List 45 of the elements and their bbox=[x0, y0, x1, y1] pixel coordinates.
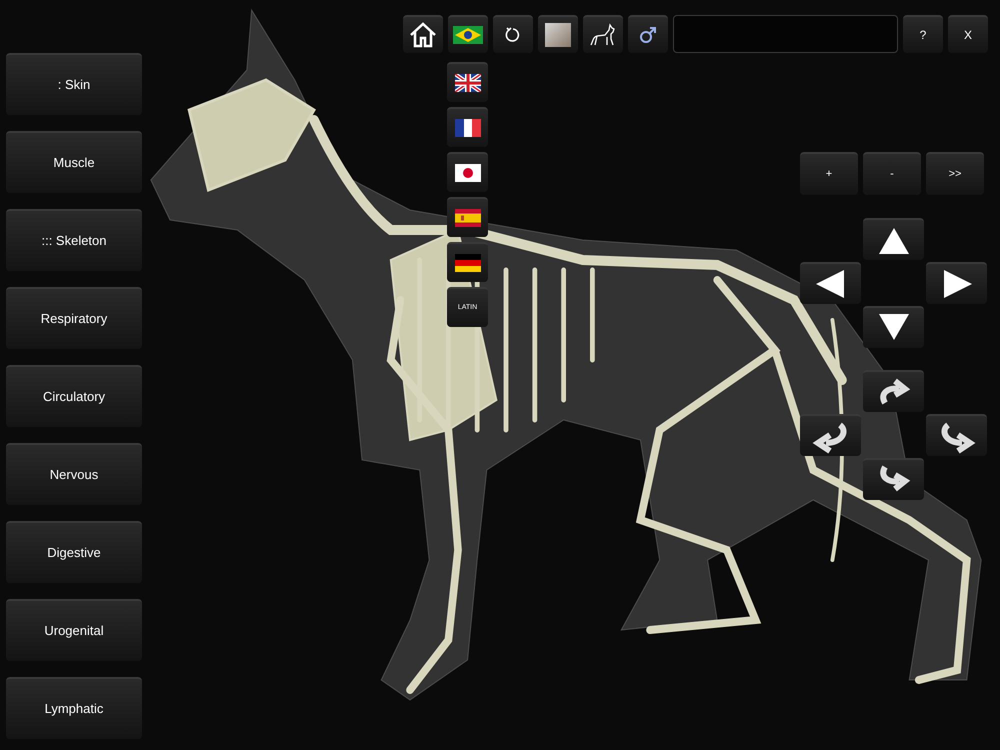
layer-button[interactable]: Urogenital bbox=[6, 599, 142, 661]
dog-outline-icon bbox=[589, 23, 617, 47]
rotate-left-button[interactable] bbox=[800, 414, 861, 456]
spain-flag-icon bbox=[454, 209, 480, 227]
close-button[interactable]: X bbox=[948, 15, 988, 53]
zoom-button[interactable]: - bbox=[863, 152, 921, 195]
rotate-icon bbox=[505, 27, 521, 43]
language-button[interactable] bbox=[447, 242, 488, 282]
photo-placeholder bbox=[545, 23, 571, 47]
france-flag-icon bbox=[454, 119, 480, 137]
home-icon bbox=[409, 22, 437, 48]
toolbar-button[interactable] bbox=[493, 15, 533, 53]
move-up-button[interactable] bbox=[863, 218, 924, 260]
male-symbol-icon bbox=[639, 26, 657, 44]
toolbar-button[interactable] bbox=[538, 15, 578, 53]
move-down-button[interactable] bbox=[863, 306, 924, 348]
layer-button[interactable]: Nervous bbox=[6, 443, 142, 505]
rotate-up-button[interactable] bbox=[863, 370, 924, 412]
brazil-flag-icon bbox=[453, 26, 483, 44]
help-button[interactable]: ? bbox=[903, 15, 943, 53]
layer-button[interactable]: ::: Skeleton bbox=[6, 209, 142, 271]
toolbar-button[interactable] bbox=[448, 15, 488, 53]
language-button[interactable] bbox=[447, 152, 488, 192]
toolbar-button[interactable] bbox=[628, 15, 668, 53]
move-left-button[interactable] bbox=[800, 262, 861, 304]
language-button[interactable] bbox=[447, 107, 488, 147]
layer-button[interactable]: Lymphatic bbox=[6, 677, 142, 739]
uk-flag-icon bbox=[454, 74, 480, 92]
layer-button[interactable]: Respiratory bbox=[6, 287, 142, 349]
rotate-right-button[interactable] bbox=[926, 414, 987, 456]
layer-button[interactable]: Digestive bbox=[6, 521, 142, 583]
japan-flag-icon bbox=[454, 164, 480, 182]
layer-button[interactable]: : Skin bbox=[6, 53, 142, 115]
move-right-button[interactable] bbox=[926, 262, 987, 304]
language-button[interactable] bbox=[447, 197, 488, 237]
germany-flag-icon bbox=[454, 254, 480, 272]
layer-button[interactable]: Circulatory bbox=[6, 365, 142, 427]
layer-button[interactable]: Muscle bbox=[6, 131, 142, 193]
zoom-button[interactable]: + bbox=[800, 152, 858, 195]
rotate-down-button[interactable] bbox=[863, 458, 924, 500]
zoom-button[interactable]: >> bbox=[926, 152, 984, 195]
toolbar-button[interactable] bbox=[403, 15, 443, 53]
language-button[interactable] bbox=[447, 62, 488, 102]
toolbar-button[interactable] bbox=[583, 15, 623, 53]
search-field[interactable] bbox=[673, 15, 898, 53]
